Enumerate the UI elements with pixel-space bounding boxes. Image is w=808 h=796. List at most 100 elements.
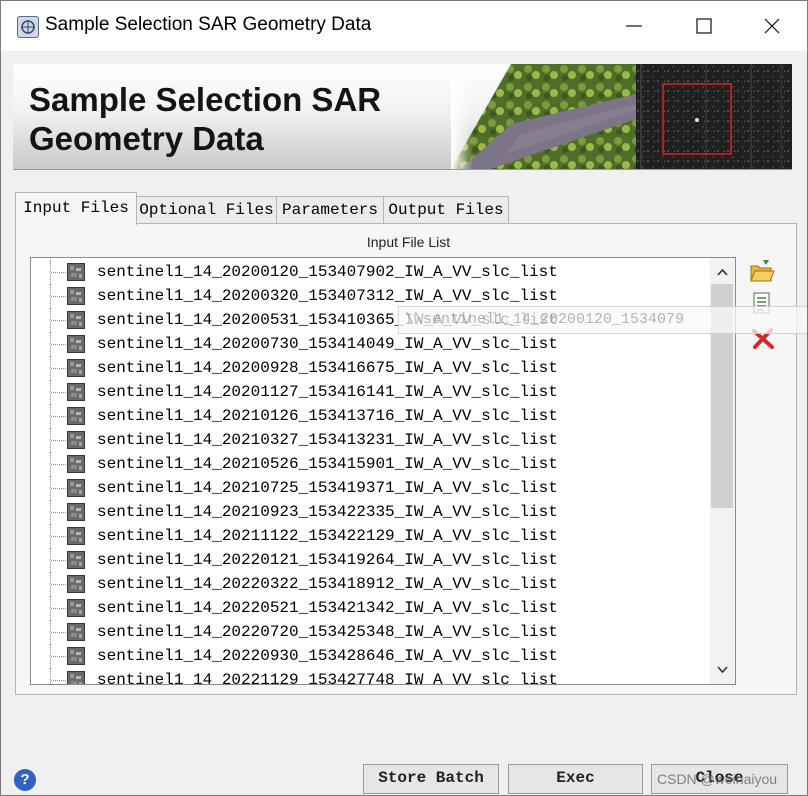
tree-branch-line — [51, 296, 66, 297]
tree-branch-line — [51, 464, 66, 465]
file-name: sentinel1_14_20201127_153416141_IW_A_VV_… — [97, 383, 558, 401]
list-item[interactable]: sentinel1_14_20220121_153419264_IW_A_VV_… — [31, 548, 711, 572]
window-title: Sample Selection SAR Geometry Data — [45, 14, 372, 35]
file-name: sentinel1_14_20210725_153419371_IW_A_VV_… — [97, 479, 558, 497]
file-name: sentinel1_14_20221129_153427748_IW_A_VV_… — [97, 671, 558, 685]
close-icon — [764, 18, 780, 34]
tree-connector-line — [50, 668, 51, 684]
tree-branch-line — [51, 632, 66, 633]
image-file-icon — [67, 479, 85, 497]
image-file-icon — [67, 431, 85, 449]
file-name: sentinel1_14_20220930_153428646_IW_A_VV_… — [97, 647, 558, 665]
add-file-button[interactable] — [749, 258, 775, 284]
exec-button[interactable]: Exec — [508, 764, 643, 794]
tree-branch-line — [51, 656, 66, 657]
banner-title: Sample Selection SAR Geometry Data — [29, 80, 381, 158]
file-name: sentinel1_14_20200320_153407312_IW_A_VV_… — [97, 287, 558, 305]
list-item[interactable]: sentinel1_14_20220720_153425348_IW_A_VV_… — [31, 620, 711, 644]
banner-image — [451, 64, 792, 169]
image-file-icon — [67, 335, 85, 353]
image-file-icon — [67, 671, 85, 684]
maximize-button[interactable] — [669, 1, 739, 51]
scroll-down-button[interactable] — [710, 658, 735, 682]
list-item[interactable]: sentinel1_14_20201127_153416141_IW_A_VV_… — [31, 380, 711, 404]
file-name: sentinel1_14_20211122_153422129_IW_A_VV_… — [97, 527, 558, 545]
dialog-window: Sample Selection SAR Geometry Data Sampl… — [0, 0, 808, 796]
file-name: sentinel1_14_20200730_153414049_IW_A_VV_… — [97, 335, 558, 353]
list-item[interactable]: sentinel1_14_20210126_153413716_IW_A_VV_… — [31, 404, 711, 428]
tree-branch-line — [51, 272, 66, 273]
list-item[interactable]: sentinel1_14_20200730_153414049_IW_A_VV_… — [31, 332, 711, 356]
image-file-icon — [67, 311, 85, 329]
image-file-icon — [67, 623, 85, 641]
close-window-button[interactable] — [737, 1, 807, 51]
chevron-up-icon — [717, 268, 728, 276]
list-item[interactable]: sentinel1_14_20220322_153418912_IW_A_VV_… — [31, 572, 711, 596]
list-item[interactable]: sentinel1_14_20220521_153421342_IW_A_VV_… — [31, 596, 711, 620]
list-item[interactable]: sentinel1_14_20210725_153419371_IW_A_VV_… — [31, 476, 711, 500]
file-name: sentinel1_14_20220121_153419264_IW_A_VV_… — [97, 551, 558, 569]
tab-output-files[interactable]: Output Files — [383, 196, 509, 224]
minimize-icon — [626, 25, 642, 27]
chevron-down-icon — [717, 666, 728, 674]
image-file-icon — [67, 359, 85, 377]
list-item[interactable]: sentinel1_14_20210526_153415901_IW_A_VV_… — [31, 452, 711, 476]
tree-branch-line — [51, 560, 66, 561]
tree-branch-line — [51, 368, 66, 369]
help-icon[interactable]: ? — [14, 769, 36, 791]
tree-branch-line — [51, 392, 66, 393]
tree-branch-line — [51, 536, 66, 537]
maximize-icon — [696, 18, 712, 34]
image-file-icon — [67, 527, 85, 545]
file-name: sentinel1_14_20200928_153416675_IW_A_VV_… — [97, 359, 558, 377]
file-name: sentinel1_14_20220521_153421342_IW_A_VV_… — [97, 599, 558, 617]
banner-title-line1: Sample Selection SAR — [29, 81, 382, 118]
title-bar: Sample Selection SAR Geometry Data — [1, 1, 807, 51]
image-file-icon — [67, 287, 85, 305]
image-file-icon — [67, 575, 85, 593]
tab-parameters[interactable]: Parameters — [276, 196, 384, 224]
image-file-icon — [67, 551, 85, 569]
file-name: sentinel1_14_20220322_153418912_IW_A_VV_… — [97, 575, 558, 593]
path-tooltip: \\sentinel1_14_20200120_1534079 — [398, 306, 807, 334]
app-icon — [17, 16, 39, 38]
file-name: sentinel1_14_20210923_153422335_IW_A_VV_… — [97, 503, 558, 521]
open-folder-icon — [750, 260, 775, 282]
file-name: sentinel1_14_20210126_153413716_IW_A_VV_… — [97, 407, 558, 425]
list-item[interactable]: sentinel1_14_20200928_153416675_IW_A_VV_… — [31, 356, 711, 380]
store-batch-button[interactable]: Store Batch — [363, 764, 499, 794]
tree-branch-line — [51, 512, 66, 513]
file-name: sentinel1_14_20200120_153407902_IW_A_VV_… — [97, 263, 558, 281]
tree-branch-line — [51, 488, 66, 489]
minimize-button[interactable] — [599, 1, 669, 51]
list-item[interactable]: sentinel1_14_20220930_153428646_IW_A_VV_… — [31, 644, 711, 668]
image-file-icon — [67, 599, 85, 617]
tree-branch-line — [51, 440, 66, 441]
list-item[interactable]: sentinel1_14_20211122_153422129_IW_A_VV_… — [31, 524, 711, 548]
tree-branch-line — [51, 344, 66, 345]
tab-input-files[interactable]: Input Files — [15, 192, 137, 225]
tree-branch-line — [51, 584, 66, 585]
tree-branch-line — [51, 608, 66, 609]
input-files-panel: Input File List sentinel1_14_20200120_15… — [15, 223, 797, 695]
tree-branch-line — [51, 320, 66, 321]
image-file-icon — [67, 455, 85, 473]
image-file-icon — [67, 383, 85, 401]
image-file-icon — [67, 263, 85, 281]
file-name: sentinel1_14_20210526_153415901_IW_A_VV_… — [97, 455, 558, 473]
header-banner: Sample Selection SAR Geometry Data — [13, 64, 792, 170]
banner-title-line2: Geometry Data — [29, 120, 264, 157]
list-item[interactable]: sentinel1_14_20221129_153427748_IW_A_VV_… — [31, 668, 711, 685]
image-file-icon — [67, 647, 85, 665]
watermark: CSDN @weinaiyou — [657, 771, 778, 787]
list-item[interactable]: sentinel1_14_20210327_153413231_IW_A_VV_… — [31, 428, 711, 452]
scroll-up-button[interactable] — [710, 260, 735, 284]
file-name: sentinel1_14_20210327_153413231_IW_A_VV_… — [97, 431, 558, 449]
tree-branch-line — [51, 680, 66, 681]
list-item[interactable]: sentinel1_14_20210923_153422335_IW_A_VV_… — [31, 500, 711, 524]
list-item[interactable]: sentinel1_14_20200320_153407312_IW_A_VV_… — [31, 284, 711, 308]
list-item[interactable]: sentinel1_14_20200120_153407902_IW_A_VV_… — [31, 260, 711, 284]
file-name: sentinel1_14_20220720_153425348_IW_A_VV_… — [97, 623, 558, 641]
image-file-icon — [67, 503, 85, 521]
tab-optional-files[interactable]: Optional Files — [136, 196, 277, 224]
